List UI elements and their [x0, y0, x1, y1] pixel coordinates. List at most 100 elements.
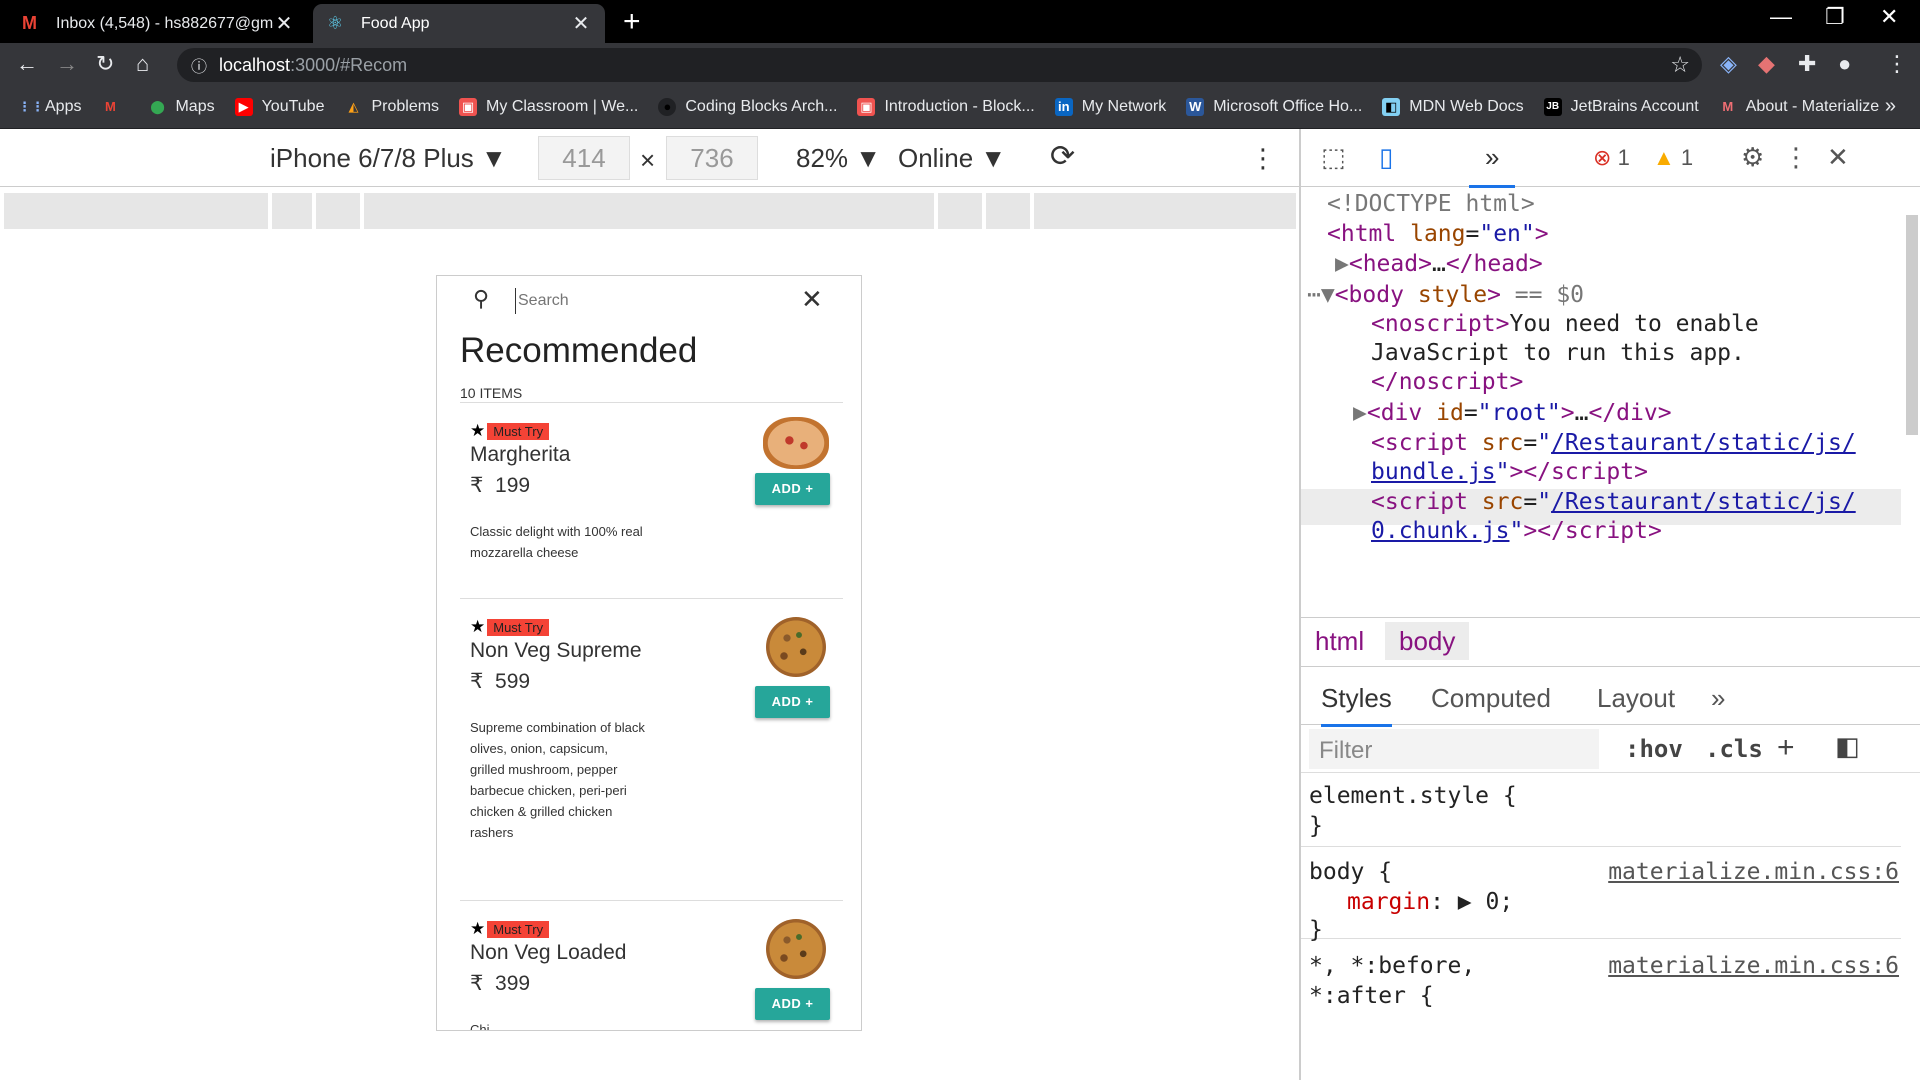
profile-avatar-icon[interactable]: ● [1838, 51, 1851, 77]
rotate-icon[interactable]: ⟳ [1050, 139, 1075, 174]
cls-toggle[interactable]: .cls [1705, 735, 1763, 763]
more-panels-icon[interactable]: » [1469, 142, 1516, 188]
scrollbar-thumb[interactable] [1906, 215, 1918, 435]
back-icon[interactable]: ← [16, 51, 38, 77]
media-query-segment[interactable] [938, 193, 982, 229]
tab-gmail[interactable]: M Inbox (4,548) - hs882677@gmail.com ✕ [8, 4, 308, 43]
add-button[interactable]: ADD + [755, 686, 830, 718]
head-node[interactable]: ▶<head>…</head> [1335, 251, 1543, 277]
minimize-icon[interactable]: — [1770, 4, 1792, 30]
tab-layout[interactable]: Layout [1597, 683, 1675, 714]
home-icon[interactable]: ⌂ [136, 51, 149, 77]
new-rule-plus-icon[interactable]: + [1777, 731, 1795, 765]
media-query-segment[interactable] [316, 193, 360, 229]
script-node[interactable]: <script src="/Restaurant/static/js/ [1371, 430, 1856, 456]
device-select[interactable]: iPhone 6/7/8 Plus ▼ [270, 143, 507, 174]
close-icon[interactable]: ✕ [801, 284, 823, 315]
more-options-icon[interactable]: ⋮ [1250, 143, 1276, 174]
new-tab-icon[interactable]: + [623, 5, 641, 39]
toggle-sidebar-icon[interactable]: ◧ [1835, 731, 1860, 762]
settings-gear-icon[interactable]: ⚙ [1741, 142, 1764, 173]
bookmark-linkedin[interactable]: in My Network [1054, 98, 1166, 116]
breadcrumb-body[interactable]: body [1385, 622, 1470, 660]
hov-toggle[interactable]: :hov [1625, 735, 1683, 763]
bookmarks-overflow-icon[interactable]: » [1885, 95, 1896, 118]
bookmark-introduction[interactable]: ▣ Introduction - Block... [857, 98, 1035, 116]
bookmark-office[interactable]: W Microsoft Office Ho... [1186, 98, 1362, 116]
height-input[interactable]: 736 [666, 136, 758, 180]
html-node[interactable]: <html lang="en"> [1327, 221, 1549, 247]
bookmark-youtube[interactable]: ▶ YouTube [234, 98, 324, 116]
more-options-icon[interactable]: ⋮ [1783, 142, 1809, 173]
width-input[interactable]: 414 [538, 136, 630, 180]
extensions-puzzle-icon[interactable]: ✚ [1798, 51, 1816, 77]
more-tabs-icon[interactable]: » [1711, 683, 1725, 714]
script-src-link[interactable]: bundle.js"></script> [1371, 459, 1648, 485]
media-query-segment[interactable] [364, 193, 934, 229]
bookmark-mdn[interactable]: ◧ MDN Web Docs [1382, 98, 1524, 116]
body-node[interactable]: ⋯▼<body style> == $0 [1307, 282, 1584, 308]
media-query-segment[interactable] [986, 193, 1030, 229]
tab-styles[interactable]: Styles [1321, 683, 1392, 727]
media-query-segment[interactable] [4, 193, 268, 229]
stylesheet-link[interactable]: materialize.min.css:6 [1608, 953, 1899, 979]
devtools-panel: ⬚ ▯ » ⊗ 1 ▲ 1 ⚙ ⋮ ✕ <!DOCTYPE html> <htm… [1300, 129, 1920, 1080]
tab-food-app[interactable]: ⚛ Food App ✕ [313, 4, 605, 43]
breadcrumb: html body [1301, 617, 1920, 667]
close-tab-icon[interactable]: ✕ [274, 11, 294, 36]
rupee-icon: ₹ [470, 972, 484, 995]
stylesheet-link[interactable]: materialize.min.css:6 [1608, 859, 1899, 885]
filter-input[interactable]: Filter [1309, 729, 1599, 769]
inspect-element-icon[interactable]: ⬚ [1321, 142, 1346, 173]
search-input[interactable] [515, 288, 775, 314]
network-select[interactable]: Online ▼ [898, 143, 1006, 174]
warnings-counter[interactable]: ▲ 1 [1653, 145, 1693, 171]
errors-counter[interactable]: ⊗ 1 [1593, 145, 1630, 171]
forward-icon[interactable]: → [56, 51, 78, 77]
breadcrumb-html[interactable]: html [1301, 626, 1378, 657]
elements-scrollbar[interactable] [1904, 205, 1920, 615]
bookmark-maps[interactable]: ⬤ Maps [148, 98, 214, 116]
script-src-link[interactable]: 0.chunk.js"></script> [1371, 518, 1662, 544]
add-button[interactable]: ADD + [755, 988, 830, 1020]
bookmark-problems[interactable]: ◭ Problems [344, 98, 439, 116]
tab-computed[interactable]: Computed [1431, 683, 1551, 714]
script-node[interactable]: <script src="/Restaurant/static/js/ [1371, 489, 1856, 515]
search-bar: ⚲ ✕ [437, 276, 861, 326]
root-div-node[interactable]: ▶<div id="root">…</div> [1353, 400, 1672, 426]
item-name: Margherita [470, 443, 571, 466]
bookmark-apps[interactable]: ⋮⋮ Apps [18, 98, 81, 116]
info-icon[interactable]: ⓘ [191, 53, 207, 77]
star-icon: ★ [470, 617, 486, 636]
address-bar[interactable]: ⓘ localhost :3000/#Recom ☆ [177, 48, 1702, 82]
close-window-icon[interactable]: ✕ [1880, 4, 1898, 30]
extension-icon[interactable]: ◆ [1758, 51, 1775, 77]
bookmark-gmail[interactable]: M [101, 98, 128, 116]
device-toggle-icon[interactable]: ▯ [1379, 142, 1393, 173]
media-query-bar [4, 193, 1296, 229]
media-query-segment[interactable] [1034, 193, 1296, 229]
must-try-badge: Must Try [487, 422, 550, 440]
rupee-icon: ₹ [470, 670, 484, 693]
reload-icon[interactable]: ↻ [96, 51, 114, 77]
bookmark-coding-blocks[interactable]: ● Coding Blocks Arch... [658, 98, 837, 116]
extension-icon[interactable]: ◈ [1720, 51, 1737, 77]
menu-icon[interactable]: ⋮ [1886, 51, 1908, 77]
react-icon: ⚛ [327, 13, 344, 33]
bookmark-star-icon[interactable]: ☆ [1670, 52, 1690, 78]
zoom-select[interactable]: 82% ▼ [796, 143, 881, 174]
bookmark-materialize[interactable]: M About - Materialize [1719, 98, 1879, 116]
maximize-icon[interactable]: ❐ [1825, 4, 1845, 30]
margin-declaration[interactable]: margin: ▶ 0; [1347, 889, 1513, 915]
noscript-node[interactable]: <noscript>You need to enable [1371, 311, 1759, 337]
page-title: Recommended [460, 331, 698, 370]
close-tab-icon[interactable]: ✕ [571, 11, 591, 36]
bookmark-jetbrains[interactable]: JB JetBrains Account [1543, 98, 1699, 116]
must-try-tag: ★ Must Try [470, 617, 550, 637]
media-query-segment[interactable] [272, 193, 312, 229]
add-button[interactable]: ADD + [755, 473, 830, 505]
close-devtools-icon[interactable]: ✕ [1827, 142, 1849, 173]
doctype-node[interactable]: <!DOCTYPE html> [1327, 191, 1535, 217]
must-try-badge: Must Try [487, 618, 550, 636]
bookmark-classroom[interactable]: ▣ My Classroom | We... [459, 98, 638, 116]
